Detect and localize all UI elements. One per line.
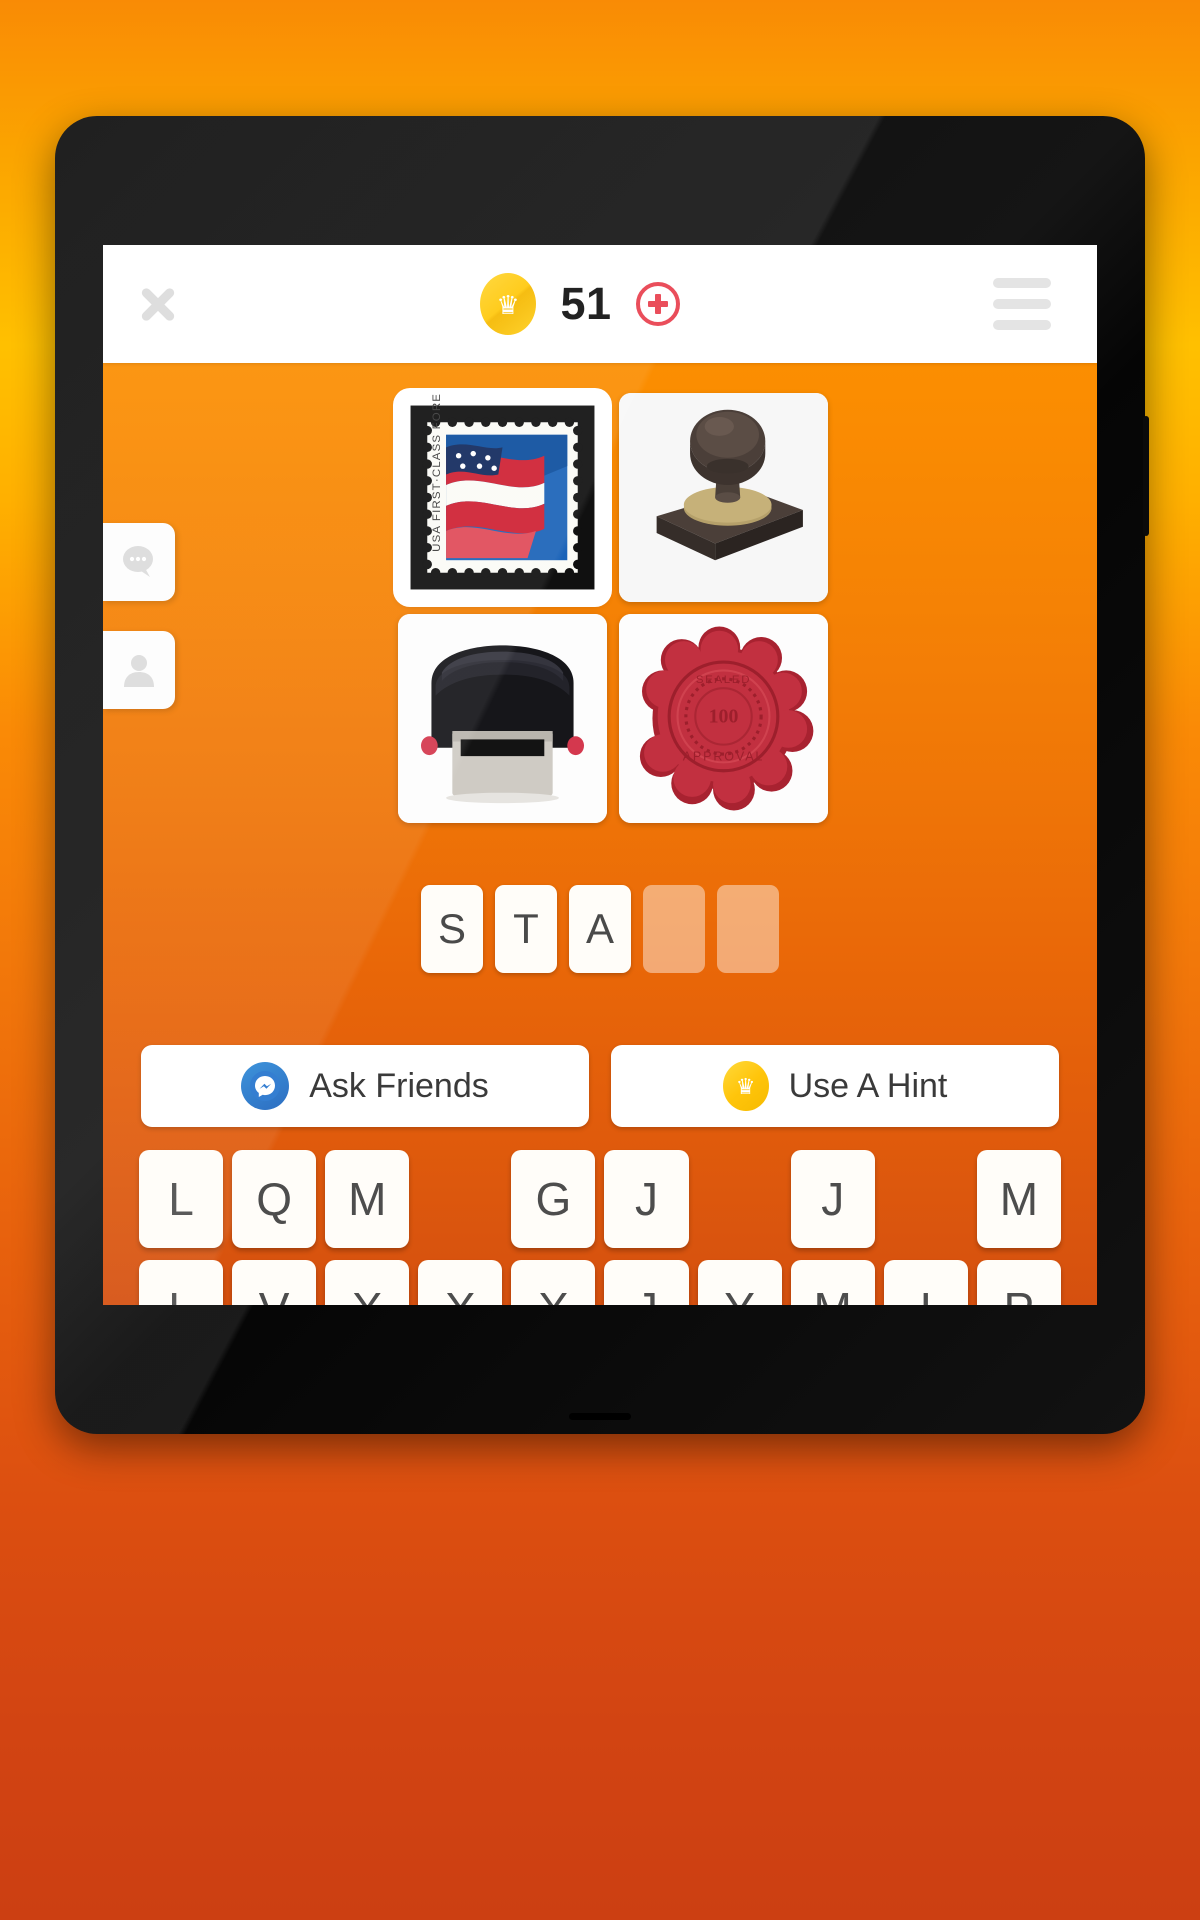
plus-circle-icon — [647, 293, 669, 315]
home-button-indicator — [569, 1413, 631, 1420]
key-r1-4 — [418, 1150, 502, 1248]
key-r2-1[interactable]: L — [139, 1260, 224, 1305]
crown-coin-icon: ♛ — [722, 1061, 769, 1111]
hamburger-bar-1 — [993, 278, 1051, 288]
coin-balance-group: ♛ 51 — [213, 273, 947, 335]
app-header: ♛ 51 — [103, 245, 1097, 363]
add-coins-button[interactable] — [636, 282, 680, 326]
profile-tab[interactable] — [103, 631, 175, 709]
person-icon — [124, 655, 154, 687]
page-root: ♛ 51 USA FIRST·CLASS FOREVER 100 SEALED … — [0, 0, 1200, 1920]
ask-friends-button[interactable]: Ask Friends — [141, 1045, 589, 1127]
close-button[interactable] — [103, 281, 213, 327]
answer-slot-4[interactable] — [643, 885, 705, 973]
key-r2-5[interactable]: X — [511, 1260, 596, 1305]
chat-tab[interactable] — [103, 523, 175, 601]
keyboard-row-1: L Q M G J J M — [139, 1150, 1061, 1248]
device-side-button — [1143, 416, 1149, 536]
key-r2-8[interactable]: M — [790, 1260, 875, 1305]
answer-slot-5[interactable] — [717, 885, 779, 973]
key-r1-3[interactable]: M — [325, 1150, 410, 1248]
menu-button[interactable] — [947, 278, 1097, 330]
knob-hand-stamp-image — [619, 393, 828, 602]
ask-friends-label: Ask Friends — [309, 1066, 489, 1105]
puzzle-image-2[interactable] — [619, 393, 828, 602]
side-tab-rail — [103, 523, 175, 709]
answer-slot-row: S T A — [103, 885, 1097, 973]
use-hint-label: Use A Hint — [788, 1066, 948, 1105]
chat-bubble-icon — [123, 546, 153, 577]
use-hint-button[interactable]: ♛ Use A Hint — [611, 1045, 1059, 1127]
key-r1-2[interactable]: Q — [232, 1150, 317, 1248]
wax-seal-image: 100 SEALED APPROVAL — [619, 614, 828, 823]
key-r2-7[interactable]: Y — [697, 1260, 782, 1305]
close-x-icon — [135, 281, 181, 327]
tablet-device-frame: ♛ 51 USA FIRST·CLASS FOREVER 100 SEALED … — [55, 116, 1149, 1434]
coin-count-label: 51 — [560, 278, 612, 329]
key-r1-1[interactable]: L — [139, 1150, 224, 1248]
key-r1-6[interactable]: J — [604, 1150, 689, 1248]
key-r1-7 — [698, 1150, 782, 1248]
action-button-row: Ask Friends ♛ Use A Hint — [141, 1045, 1059, 1127]
postage-stamp-image: USA FIRST·CLASS FOREVER — [398, 393, 607, 602]
wax-seal-number: 100 — [709, 706, 739, 728]
hamburger-bar-2 — [993, 299, 1051, 309]
puzzle-image-3[interactable] — [398, 614, 607, 823]
answer-slot-2[interactable]: T — [495, 885, 557, 973]
crown-glyph: ♛ — [735, 1073, 756, 1099]
key-r2-4[interactable]: X — [418, 1260, 503, 1305]
answer-slot-1[interactable]: S — [421, 885, 483, 973]
key-r2-6[interactable]: J — [604, 1260, 689, 1305]
letter-keyboard: L Q M G J J M L V X X X J — [139, 1150, 1061, 1305]
key-r1-8[interactable]: J — [790, 1150, 875, 1248]
wax-seal-bottom-text: APPROVAL — [683, 749, 765, 763]
wax-seal-top-text: SEALED — [696, 674, 751, 686]
app-screen: ♛ 51 USA FIRST·CLASS FOREVER 100 SEALED … — [103, 245, 1097, 1305]
key-r1-5[interactable]: G — [511, 1150, 596, 1248]
key-r2-3[interactable]: X — [325, 1260, 410, 1305]
key-r2-2[interactable]: V — [232, 1260, 317, 1305]
hamburger-bar-3 — [993, 320, 1051, 330]
key-r2-10[interactable]: P — [976, 1260, 1061, 1305]
puzzle-image-grid: USA FIRST·CLASS FOREVER 100 SEALED APPRO… — [398, 393, 828, 823]
puzzle-image-4[interactable]: 100 SEALED APPROVAL — [619, 614, 828, 823]
answer-slot-3[interactable]: A — [569, 885, 631, 973]
key-r1-10[interactable]: M — [976, 1150, 1061, 1248]
crown-glyph: ♛ — [496, 290, 520, 320]
crown-coin-icon: ♛ — [480, 273, 536, 335]
messenger-icon — [241, 1062, 290, 1110]
puzzle-image-1[interactable]: USA FIRST·CLASS FOREVER — [398, 393, 607, 602]
keyboard-row-2: L V X X X J Y M I P — [139, 1260, 1061, 1305]
key-r2-9[interactable]: I — [883, 1260, 968, 1305]
key-r1-9 — [884, 1150, 968, 1248]
stamp-caption: USA FIRST·CLASS FOREVER — [431, 393, 443, 552]
self-inking-stamp-image — [398, 614, 607, 823]
